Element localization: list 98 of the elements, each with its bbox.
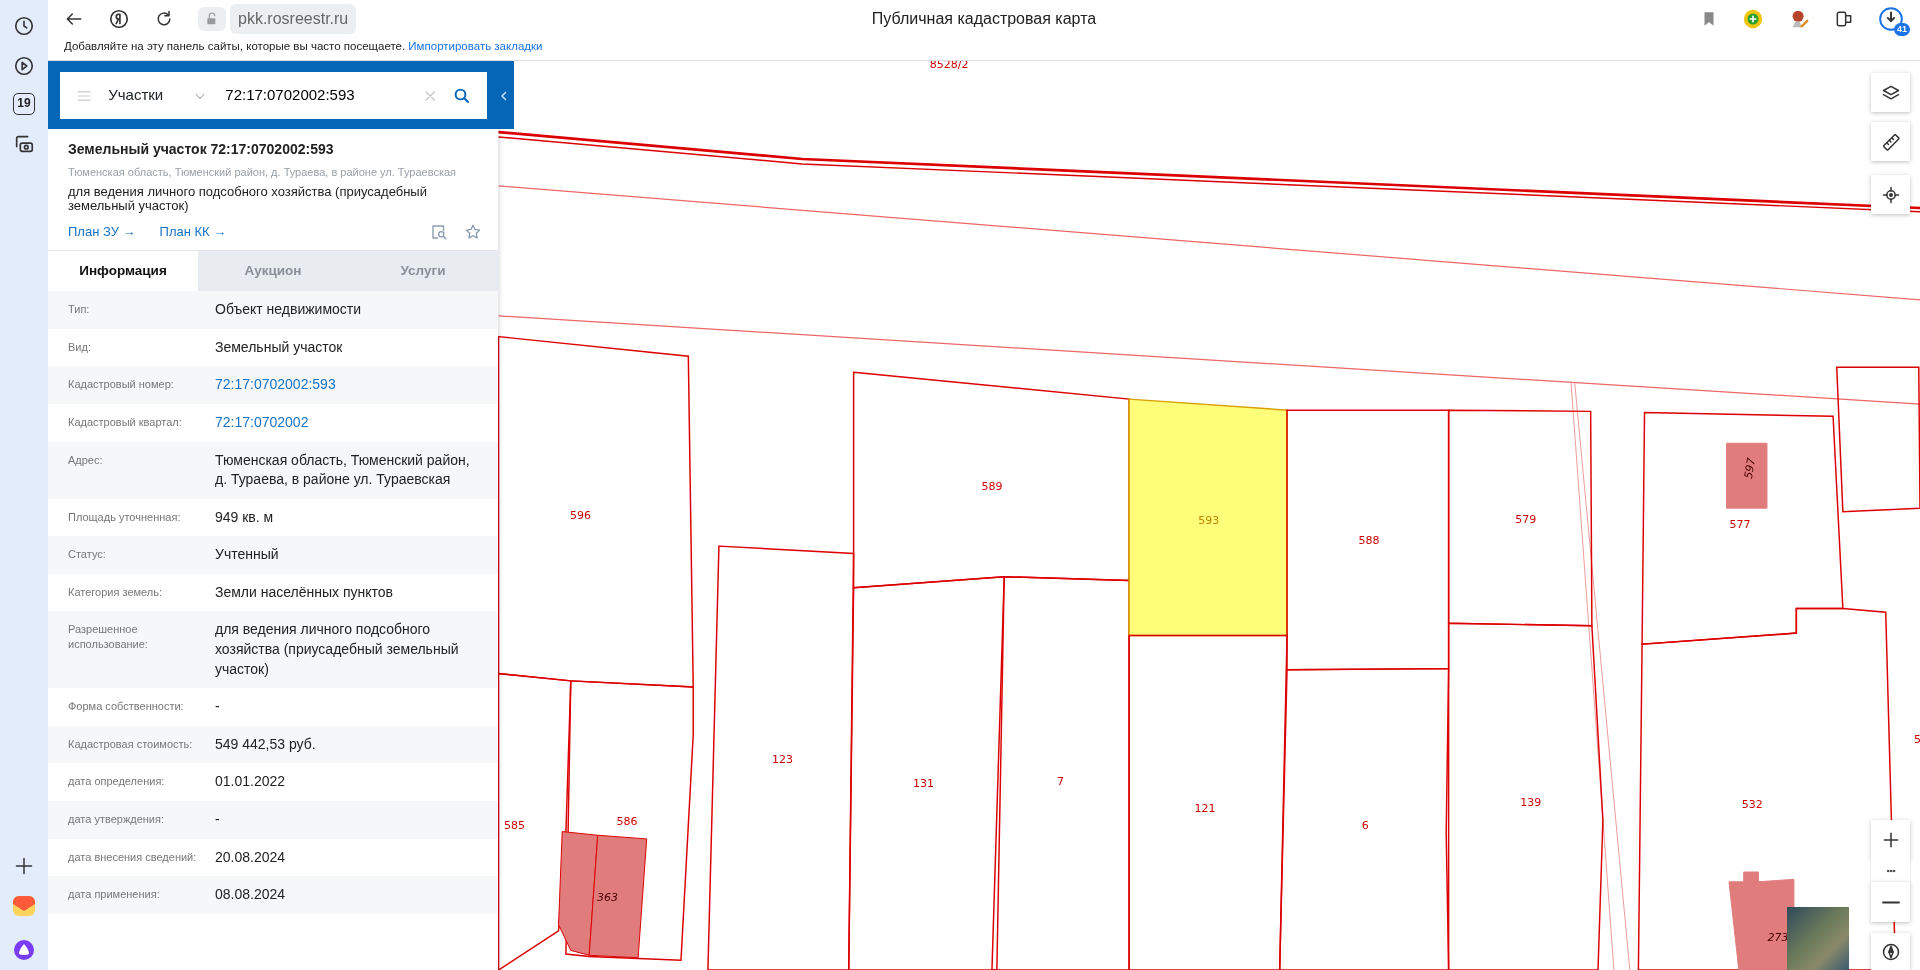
property-label: Площадь уточненная: [68, 509, 182, 525]
parcel-outline[interactable] [1128, 634, 1288, 970]
bookmarks-hint: Добавляйте на эту панель сайты, которые вы часто посещаете. [64, 40, 406, 52]
property-label: дата внесения сведений: [68, 849, 198, 865]
parcel-outline[interactable] [1447, 622, 1604, 970]
building-outline [1726, 442, 1768, 509]
layers-button[interactable] [1871, 73, 1910, 112]
page-title: Публичная кадастровая карта [870, 9, 1098, 29]
parcel-number: 139 [1520, 795, 1542, 809]
extension-icon[interactable] [1742, 8, 1764, 30]
building-number: 597 [1741, 456, 1759, 480]
plan-link[interactable]: План ЗУ → [68, 222, 136, 242]
property-value: 08.08.2024 [215, 885, 287, 905]
compass-icon [1880, 941, 1901, 962]
plan-link[interactable]: План КК → [159, 222, 227, 242]
cadastral-link[interactable]: 72:17:0702002:593 [215, 376, 336, 393]
parcel-number: 579 [1515, 512, 1537, 526]
property-label: Адрес: [68, 452, 104, 468]
property-label: Кадастровый квартал: [68, 414, 183, 430]
crosshair-icon [1880, 184, 1901, 205]
parcel-outline[interactable] [707, 545, 855, 970]
parcel-number: 123 [772, 752, 794, 766]
import-bookmarks-link[interactable]: Импортировать закладки [408, 40, 543, 52]
parcel-number: 8528/2 [929, 61, 969, 72]
property-label: Категория земель: [68, 584, 164, 600]
camera-icon[interactable] [13, 133, 35, 155]
selected-parcel[interactable] [1128, 398, 1288, 637]
parcel-number: 586 [616, 815, 638, 829]
plus-icon[interactable] [14, 856, 34, 876]
parcel-number: 593 [1198, 514, 1220, 528]
play-icon[interactable] [13, 55, 35, 77]
property-value: Земли населённых пунктов [215, 582, 395, 602]
property-label: дата применения: [68, 887, 161, 903]
zoom-out-button[interactable] [1871, 882, 1910, 922]
parcel-outline[interactable] [847, 575, 1005, 970]
address-field[interactable]: pkk.rosreestr.ru [230, 4, 357, 34]
downloads-count: 41 [1894, 23, 1910, 36]
building-number: 363 [597, 891, 619, 905]
property-value: 20.08.2024 [215, 847, 287, 867]
parcel-number: 577 [1729, 517, 1751, 531]
property-value: 01.01.2022 [215, 772, 287, 792]
parcel-outline[interactable] [1447, 409, 1593, 627]
property-label: Форма собственности: [68, 699, 185, 715]
building-number: 273 [1767, 930, 1789, 944]
parcel-outline[interactable] [497, 335, 694, 688]
property-value: 949 кв. м [215, 507, 275, 527]
parcel-outline[interactable] [1641, 411, 1844, 645]
locate-button[interactable] [1871, 175, 1910, 214]
parcel-number: 7 [1057, 775, 1065, 788]
search-document-icon[interactable] [430, 223, 448, 242]
extensions-icon[interactable] [1834, 9, 1854, 29]
compass-button[interactable] [1871, 933, 1910, 970]
property-label: Кадастровая стоимость: [68, 736, 194, 752]
property-value: Учтенный [215, 545, 280, 565]
property-value: Земельный участок [215, 337, 344, 357]
parcel-number: 131 [912, 777, 934, 791]
property-label: Тип: [68, 302, 91, 318]
parcel-number: 532 [1741, 798, 1763, 812]
parcel-outline[interactable] [1278, 667, 1450, 970]
parcel-outline[interactable] [991, 576, 1130, 970]
cadastral-link[interactable]: 72:17:0702002 [215, 413, 309, 430]
object-use: для ведения личного подсобного хозяйства (приусадебный земельный участок) [68, 184, 428, 215]
tab[interactable]: Аукцион [198, 250, 348, 292]
mail-icon[interactable] [12, 894, 36, 918]
browser-logo-icon[interactable] [108, 8, 130, 30]
parcel-number: 6 [1361, 819, 1369, 833]
lock-button[interactable] [198, 7, 226, 31]
category-dropdown[interactable]: Участки [108, 84, 208, 107]
property-label: Кадастровый номер: [68, 377, 175, 393]
tab[interactable]: Услуги [348, 250, 498, 292]
minus-icon [1880, 900, 1901, 904]
property-value: для ведения личного подсобного хозяйства (приусадебный земельный участок) [215, 620, 460, 679]
property-value: - [215, 810, 221, 830]
parcel-outline[interactable] [1836, 366, 1920, 513]
parcel-number: 5 [1913, 733, 1920, 747]
clock-icon[interactable] [13, 15, 35, 37]
property-value: Объект недвижимости [215, 300, 363, 320]
object-title: Земельный участок 72:17:0702002:593 [68, 140, 335, 159]
property-value: - [215, 697, 221, 717]
assistant-icon[interactable] [12, 938, 36, 962]
ruler-icon [1880, 131, 1901, 152]
parcel-number: 589 [981, 479, 1003, 493]
ruler-button[interactable] [1871, 122, 1910, 161]
property-label: дата утверждения: [68, 812, 165, 828]
property-label: дата определения: [68, 774, 166, 790]
property-value: 549 442,53 руб. [215, 734, 317, 754]
parcel-number: 596 [570, 509, 592, 523]
parcel-number: 588 [1358, 533, 1380, 547]
property-label: Разрешенное использование: [68, 622, 149, 652]
property-value: Тюменская область, Тюменский район, д. Тураева, в районе ул. Тураевская [215, 450, 471, 490]
parcel-number: 585 [503, 819, 525, 833]
property-label: Статус: [68, 547, 107, 563]
parcel-number: 121 [1194, 801, 1216, 815]
calendar-button[interactable]: 19 [13, 93, 35, 115]
parcel-outline[interactable] [1286, 409, 1450, 671]
object-address: Тюменская область, Тюменский район, д. Тураева, в районе ул. Тураевская [68, 165, 458, 180]
property-label: Вид: [68, 339, 92, 355]
zoom-in-button[interactable] [1871, 820, 1910, 860]
